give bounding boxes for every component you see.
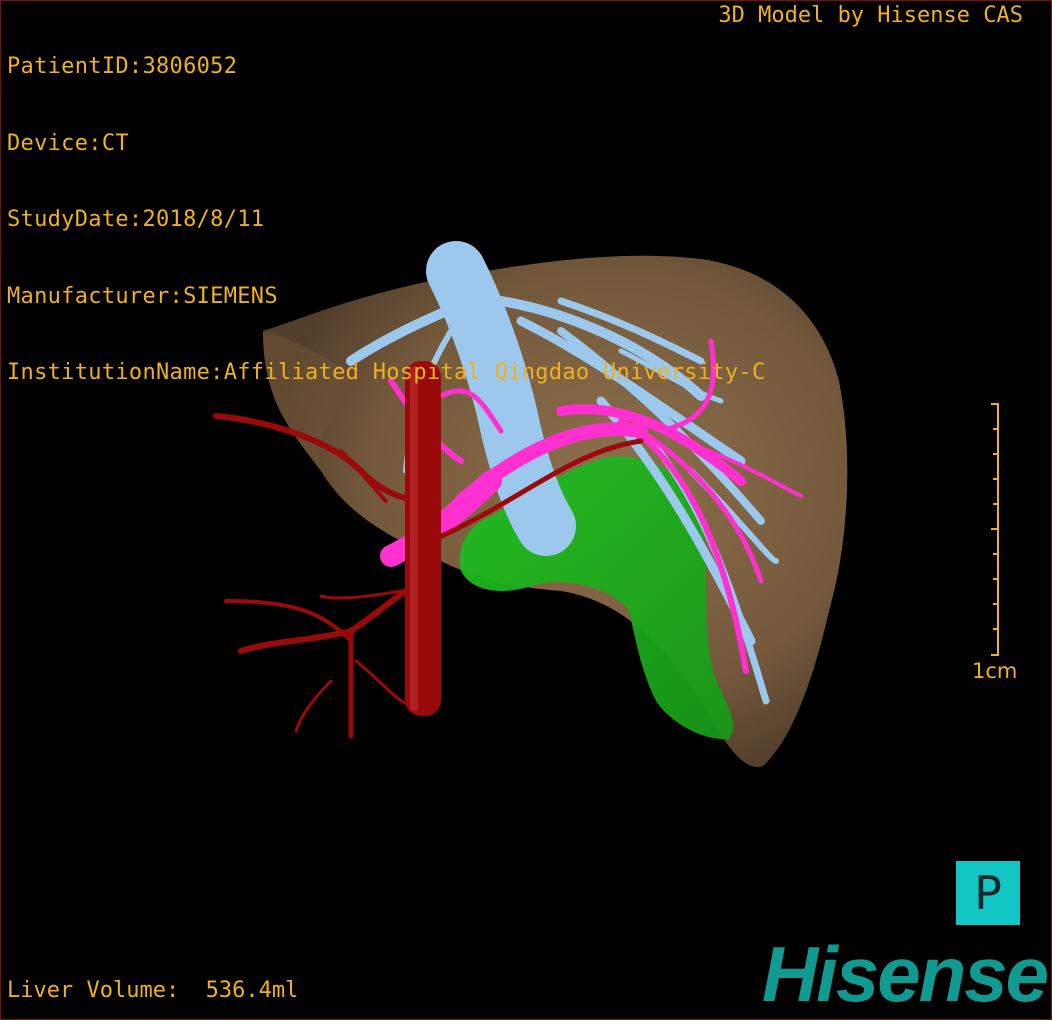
institution-name: InstitutionName:Affiliated Hospital Qing… — [7, 360, 766, 385]
3d-viewport[interactable]: PatientID:3806052 Device:CT StudyDate:20… — [0, 0, 1052, 1020]
scale-bar — [991, 403, 999, 656]
orientation-label: P — [974, 866, 1002, 920]
orientation-indicator[interactable]: P — [956, 861, 1020, 925]
scale-label: 1cm — [972, 659, 1018, 683]
device: Device:CT — [7, 130, 129, 156]
dicom-info-overlay: PatientID:3806052 Device:CT StudyDate:20… — [7, 3, 766, 437]
manufacturer: Manufacturer:SIEMENS — [7, 283, 278, 309]
hisense-logo: Hisense — [761, 930, 1049, 1018]
study-date: StudyDate:2018/8/11 — [7, 207, 265, 232]
patient-id: PatientID:3806052 — [7, 54, 238, 79]
liver-volume: Liver Volume: 536.4ml — [7, 978, 299, 1003]
model-credit: 3D Model by Hisense CAS — [718, 3, 1023, 28]
